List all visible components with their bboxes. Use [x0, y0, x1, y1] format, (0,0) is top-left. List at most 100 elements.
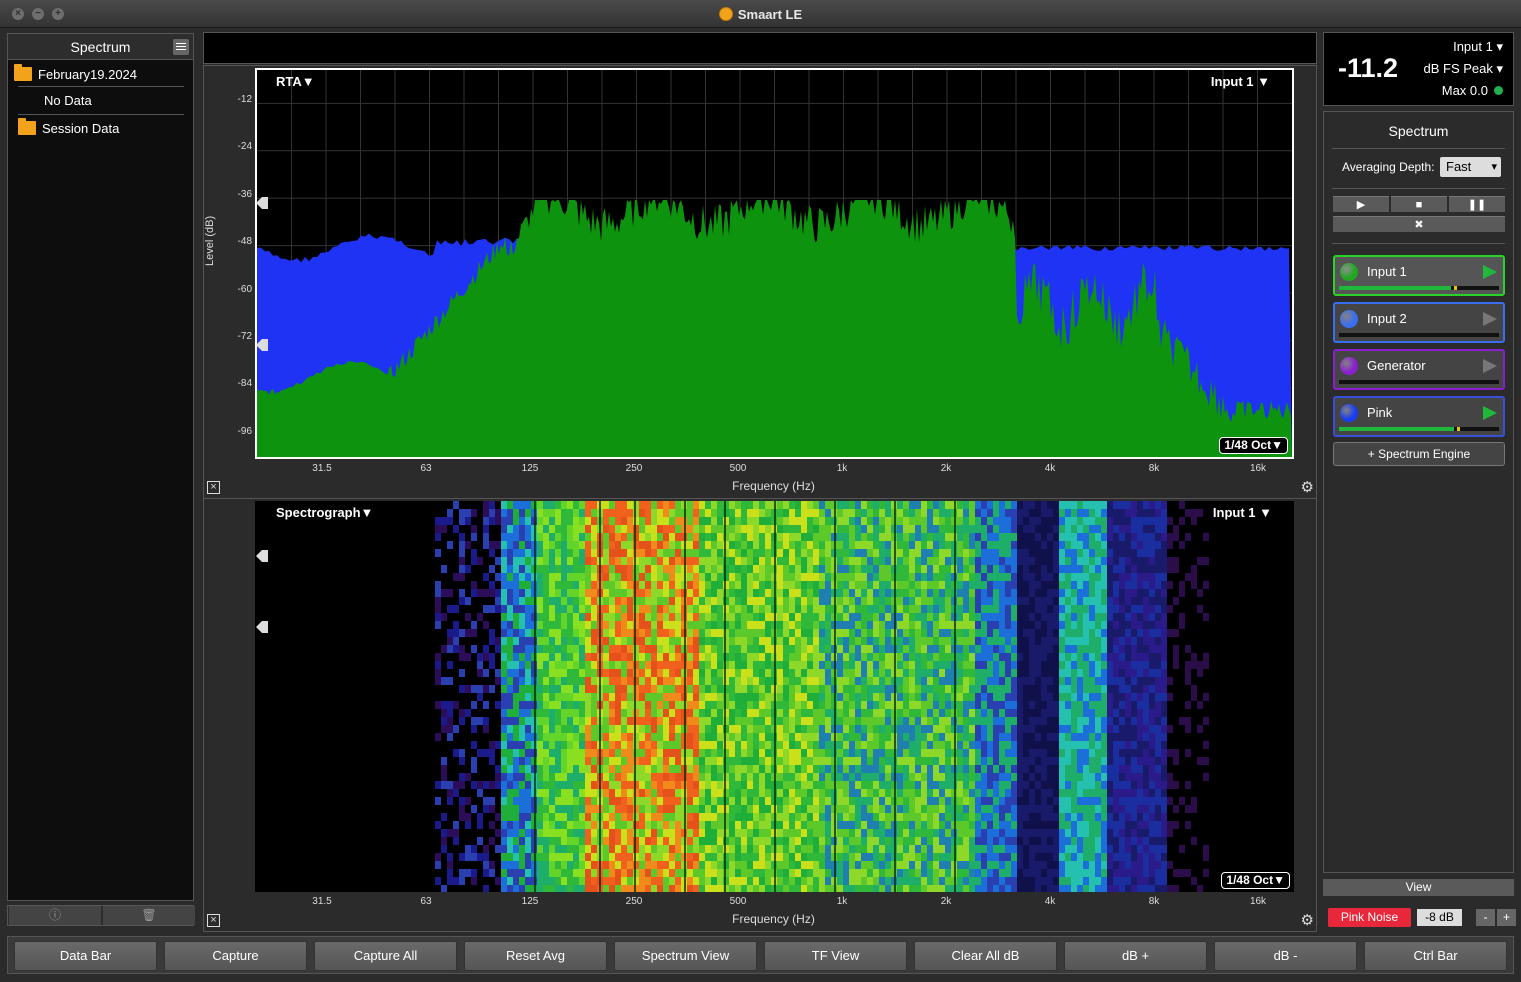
tree-item-no-data[interactable]: No Data [44, 93, 92, 108]
spectrograph-resolution-label: 1/48 Oct [1226, 873, 1274, 887]
engine-input-2[interactable]: Input 2 [1333, 302, 1505, 343]
trash-icon[interactable]: 🗑 [103, 906, 195, 925]
y-tick-label: -84 [237, 378, 252, 390]
y-tick-label: -24 [237, 141, 252, 153]
spectrograph-input-menu[interactable]: Input 1 ▼ [1213, 505, 1272, 520]
gear-icon[interactable]: ⚙ [1301, 911, 1314, 929]
view-button[interactable]: View [1323, 879, 1514, 896]
generator-plus-button[interactable]: + [1497, 909, 1516, 926]
engine-run-icon[interactable] [1483, 359, 1497, 373]
tf-view-button[interactable]: TF View [764, 941, 907, 971]
engine-run-icon[interactable] [1483, 312, 1497, 326]
tools-icon[interactable]: ✖ [1333, 216, 1505, 232]
spectrograph-graph[interactable]: Spectrograph▼ Input 1 ▼ 1/48 Oct▼ [255, 501, 1294, 892]
engine-input-1[interactable]: Input 1 [1333, 255, 1505, 296]
y-tick-label: -96 [237, 425, 252, 437]
close-plot-icon[interactable]: × [207, 481, 220, 494]
x-tick-label: 8k [1148, 463, 1160, 474]
meter-max[interactable]: Max 0.0 [1442, 83, 1503, 98]
threshold-marker-icon[interactable] [256, 550, 268, 562]
meter-input-menu[interactable]: Input 1 ▾ [1453, 39, 1503, 55]
capture-all-button[interactable]: Capture All [314, 941, 457, 971]
pink-noise-button[interactable]: Pink Noise [1328, 908, 1411, 927]
tree-label: No Data [44, 93, 92, 108]
pause-icon[interactable]: ❚❚ [1449, 196, 1505, 212]
y-tick-label: -12 [237, 94, 252, 105]
reset-avg-button[interactable]: Reset Avg [464, 941, 607, 971]
plot-area: Level (dB) -12 -24 -36 -48 -60 -72 -84 -96 RTA▼… [203, 32, 1317, 932]
generator-level[interactable]: -8 dB [1417, 909, 1462, 926]
folder-open-icon [14, 64, 32, 81]
engine-generator[interactable]: Generator [1333, 349, 1505, 390]
x-tick-label: 500 [729, 463, 747, 474]
y-tick-label: -48 [237, 236, 252, 248]
threshold-marker-icon[interactable] [256, 339, 268, 351]
threshold-marker-icon[interactable] [256, 621, 268, 633]
clear-all-db-button[interactable]: Clear All dB [914, 941, 1057, 971]
data-bar-panel: Spectrum February19.2024 No Data Session… [7, 33, 194, 901]
spectrograph-resolution-menu[interactable]: 1/48 Oct▼ [1221, 872, 1290, 889]
engine-color-icon[interactable] [1340, 263, 1358, 281]
x-tick-label: 16k [1249, 463, 1267, 474]
meter-status-dot [1494, 86, 1503, 95]
panel-title: Spectrum [70, 39, 131, 55]
capture-button[interactable]: Capture [164, 941, 307, 971]
engine-run-icon[interactable] [1483, 265, 1497, 279]
ctrl-bar-button[interactable]: Ctrl Bar [1364, 941, 1507, 971]
data-bar-button[interactable]: Data Bar [14, 941, 157, 971]
x-tick-label: 31.5 [312, 463, 332, 474]
rta-graph[interactable]: RTA▼ Input 1 ▼ 1/48 Oct▼ [255, 68, 1294, 459]
engine-color-icon[interactable] [1340, 310, 1358, 328]
stop-icon[interactable]: ■ [1391, 196, 1447, 212]
engine-pink[interactable]: Pink [1333, 396, 1505, 437]
spectrograph-mode-menu[interactable]: Spectrograph▼ [276, 505, 373, 520]
info-icon[interactable]: ⓘ [9, 906, 101, 925]
spectrograph-input-label: Input 1 [1212, 505, 1256, 520]
divider [1332, 148, 1505, 149]
menu-icon[interactable] [173, 39, 189, 55]
spectrum-view-button[interactable]: Spectrum View [614, 941, 757, 971]
app-window: × − + Smaart LE Spectrum February19.2024… [0, 0, 1521, 982]
y-tick-label: -72 [237, 331, 252, 342]
app-logo-icon [718, 7, 733, 21]
x-axis-label: Frequency (Hz) [732, 479, 815, 493]
engine-run-icon[interactable] [1483, 406, 1497, 420]
x-tick-label: 2k [940, 463, 952, 474]
averaging-select[interactable]: Fast [1440, 157, 1501, 177]
play-icon[interactable]: ▶ [1333, 196, 1389, 212]
window-title: Smaart LE [0, 7, 1521, 22]
x-tick-label: 2k [940, 896, 952, 907]
x-tick-label: 1k [836, 463, 848, 474]
control-panel: Spectrum Averaging Depth: Fast ▶ ■ ❚❚ ✖ … [1323, 111, 1514, 873]
tree-folder-session[interactable]: Session Data [18, 118, 119, 136]
rta-input-menu[interactable]: Input 1 ▼ [1211, 74, 1270, 89]
add-spectrum-engine-button[interactable]: + Spectrum Engine [1333, 442, 1505, 466]
x-tick-label: 125 [521, 896, 539, 907]
tree-folder-date[interactable]: February19.2024 [14, 64, 138, 82]
meter-units-label: dB FS Peak [1423, 61, 1493, 76]
engine-color-icon[interactable] [1340, 404, 1358, 422]
generator-minus-button[interactable]: - [1476, 909, 1495, 926]
x-tick-label: 63 [420, 896, 432, 907]
close-plot-icon[interactable]: × [207, 914, 220, 927]
rta-mode-menu[interactable]: RTA▼ [276, 74, 315, 89]
db-button[interactable]: dB - [1214, 941, 1357, 971]
rta-spectrum-svg [257, 70, 1292, 457]
x-tick-label: 1k [836, 896, 848, 907]
rta-resolution-label: 1/48 Oct [1224, 438, 1272, 452]
tree-label: February19.2024 [38, 67, 138, 82]
folder-icon [18, 118, 36, 135]
engine-level-bar [1339, 427, 1499, 431]
x-tick-label: 500 [729, 896, 747, 907]
gear-icon[interactable]: ⚙ [1301, 478, 1314, 496]
rta-resolution-menu[interactable]: 1/48 Oct▼ [1219, 437, 1288, 454]
engine-color-icon[interactable] [1340, 357, 1358, 375]
command-bar: Data Bar Capture Capture All Reset Avg Spect… [7, 936, 1514, 974]
y-axis-label: Level (dB) [204, 215, 216, 266]
panel-header: Spectrum [8, 34, 193, 60]
meter-units-menu[interactable]: dB FS Peak ▾ [1423, 61, 1503, 77]
data-bar-footer: ⓘ 🗑 [7, 905, 195, 926]
db-button[interactable]: dB + [1064, 941, 1207, 971]
threshold-marker-icon[interactable] [256, 197, 268, 209]
engine-peak-marker [1454, 286, 1458, 290]
